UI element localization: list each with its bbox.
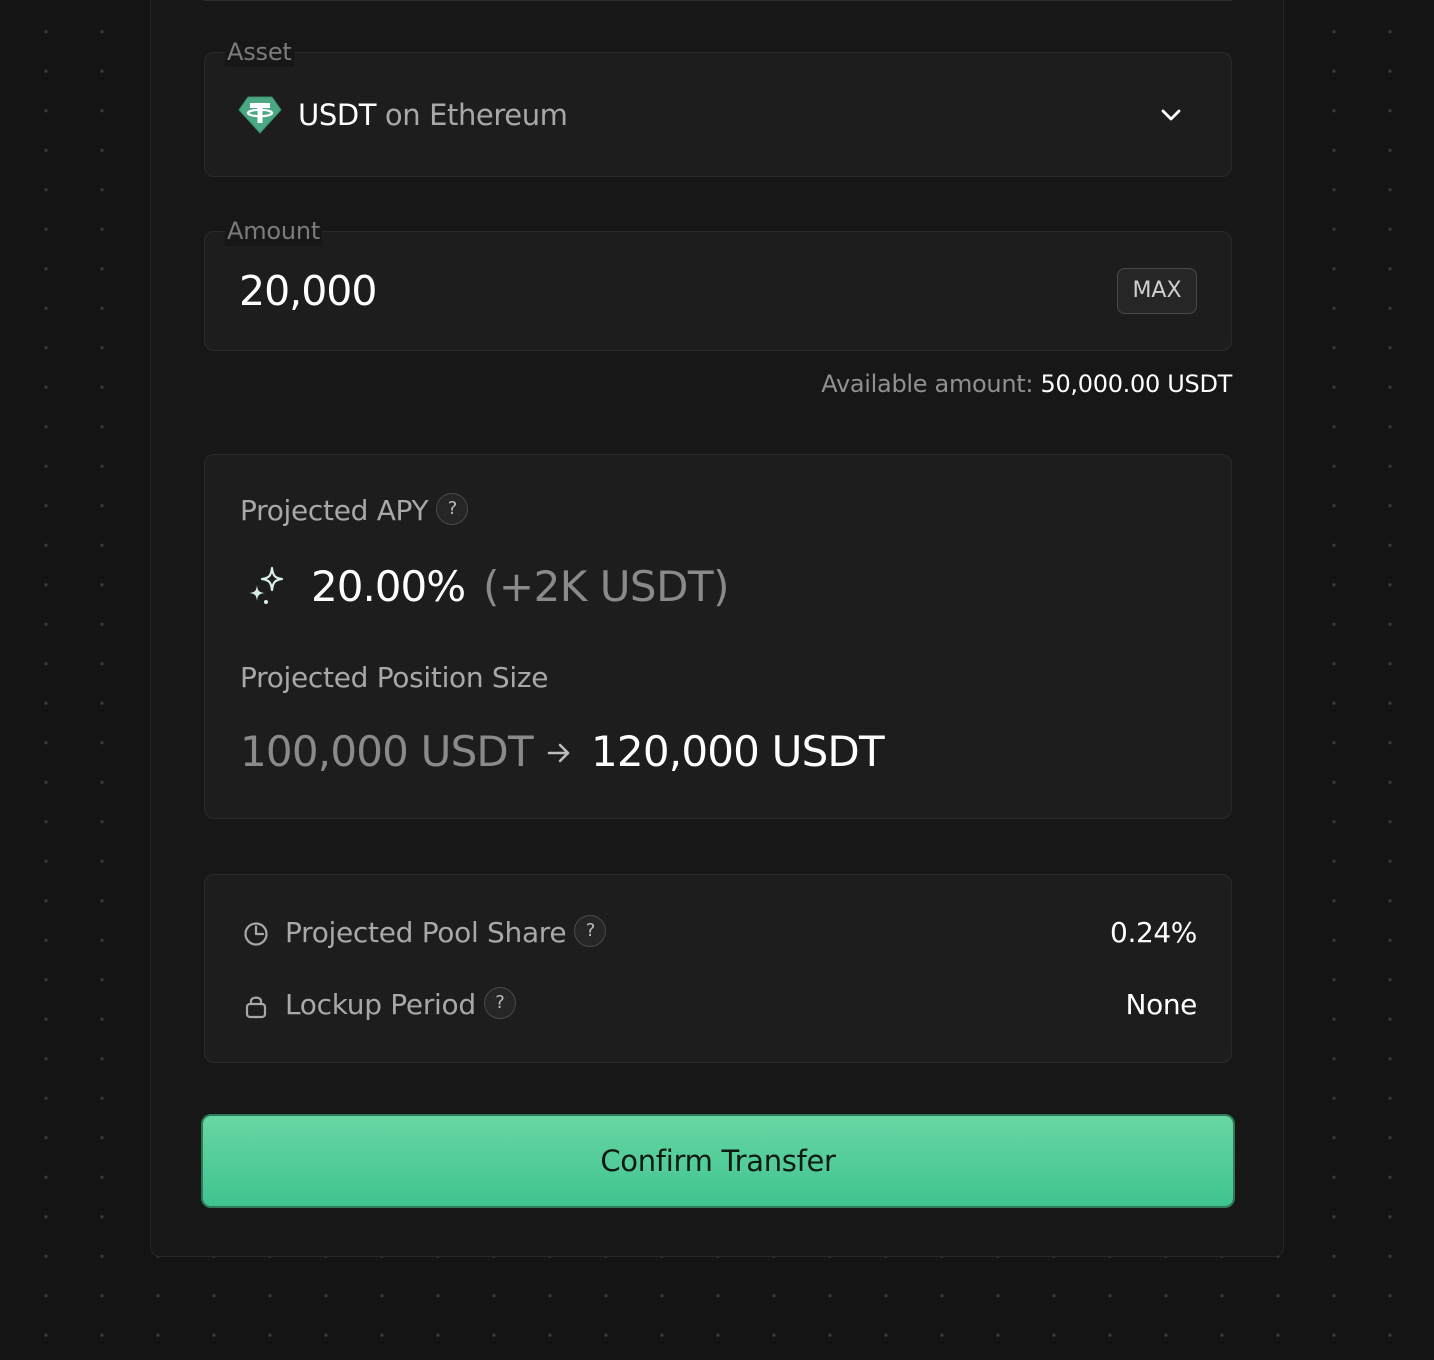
tether-icon	[238, 96, 282, 134]
lockup-label: Lockup Period	[285, 988, 476, 1021]
lockup-value: None	[1125, 988, 1198, 1021]
chevron-down-icon[interactable]	[1159, 105, 1183, 125]
details-card: Projected Pool Share? 0.24% Lockup Perio…	[204, 874, 1232, 1063]
lockup-help-icon[interactable]: ?	[483, 987, 516, 1019]
apy-value: 20.00%	[311, 562, 466, 611]
amount-input[interactable]: 20,000	[239, 266, 377, 316]
arrow-right-icon	[547, 743, 570, 763]
position-size-current: 100,000 USDT	[240, 727, 534, 776]
amount-field[interactable]: Amount 20,000 MAX	[204, 216, 1232, 351]
projection-card: Projected APY? 20.00% (+2K USDT) Project…	[204, 454, 1232, 819]
asset-name: USDT on Ethereum	[298, 97, 568, 133]
pool-share-label: Projected Pool Share	[285, 916, 567, 949]
lockup-label-row: Lockup Period?	[285, 985, 516, 1025]
pool-share-value: 0.24%	[1110, 916, 1197, 949]
confirm-transfer-button[interactable]: Confirm Transfer	[201, 1114, 1235, 1208]
available-amount: Available amount: 50,000.00 USDT	[821, 368, 1232, 400]
pool-share-label-row: Projected Pool Share?	[285, 913, 607, 953]
lock-icon	[245, 996, 267, 1019]
pool-share-help-icon[interactable]: ?	[574, 915, 607, 947]
asset-network: on Ethereum	[384, 98, 568, 132]
pool-share-row: Projected Pool Share? 0.24%	[243, 913, 1197, 953]
asset-symbol: USDT	[298, 98, 377, 132]
apy-title-row: Projected APY?	[240, 493, 469, 529]
asset-field-label: Asset	[225, 37, 294, 67]
position-size-title: Projected Position Size	[240, 661, 549, 694]
apy-earnings: (+2K USDT)	[483, 562, 729, 611]
amount-field-label: Amount	[225, 216, 323, 246]
max-button[interactable]: MAX	[1117, 268, 1197, 314]
apy-help-icon[interactable]: ?	[436, 493, 469, 525]
apy-title: Projected APY	[240, 494, 429, 527]
pie-chart-icon	[244, 922, 268, 946]
available-amount-value: 50,000.00 USDT	[1040, 370, 1232, 398]
position-size-projected: 120,000 USDT	[591, 727, 885, 776]
asset-select[interactable]: Asset USDT on Ethereum	[204, 37, 1232, 177]
divider	[204, 0, 1232, 1]
available-amount-label: Available amount:	[821, 370, 1034, 398]
sparkle-icon	[249, 566, 284, 604]
lockup-row: Lockup Period? None	[243, 985, 1197, 1025]
